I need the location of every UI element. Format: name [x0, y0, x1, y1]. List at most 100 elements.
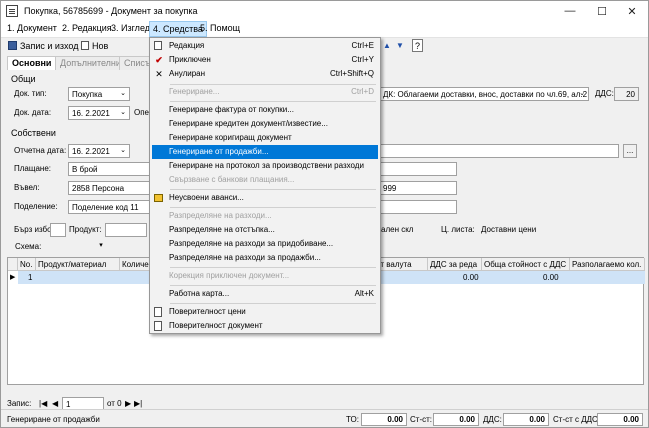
menu-view[interactable]: 3. Изглед [111, 23, 150, 33]
doc-date-field[interactable]: 16. 2.2021 ⌄ [68, 106, 130, 120]
menu-item-generate: Генериране... Ctrl+D [169, 87, 374, 96]
new-label: Нов [92, 40, 109, 51]
first-record-button[interactable]: |◀ [39, 399, 47, 408]
menu-item-distribute-costs: Разпределяне на разходи... [169, 211, 272, 220]
section-own: Собствени [11, 128, 56, 138]
report-date-label: Отчетна дата: [14, 146, 67, 155]
division-field[interactable]: Поделение код 11 [68, 200, 150, 214]
warehouse-select[interactable]: ален скл [381, 225, 413, 234]
row-no: 1 [28, 273, 33, 282]
doc-type-label: Док. тип: [14, 89, 47, 98]
menu-item-distribute-acquisition-costs[interactable]: Разпределяне на разходи за придобиване..… [152, 237, 378, 251]
prev-record-button[interactable]: ◀ [52, 399, 58, 408]
help-icon[interactable]: ? [412, 39, 423, 52]
status-text: Генериране от продажби [7, 415, 100, 424]
to-label: ТО: [346, 415, 359, 424]
menu-item-bank-payments: Свързване с банкови плащания... [169, 175, 295, 184]
product-label: Продукт: [69, 225, 102, 234]
menu-separator [170, 207, 376, 208]
cost-label: Ст-ст: [410, 415, 432, 424]
vat-category-select[interactable]: ДК: Облагаеми доставки, внос, доставки п… [379, 87, 589, 101]
document-icon [154, 307, 162, 317]
report-date-field[interactable]: 16. 2.2021 ⌄ [68, 144, 130, 158]
status-vat-label: ДДС: [483, 415, 502, 424]
current-row-arrow-icon: ▶ [8, 271, 18, 284]
price-list-select[interactable]: Доставни цени [481, 225, 536, 234]
record-label: Запис: [7, 399, 32, 408]
row-total: 0.00 [543, 273, 559, 282]
menu-item-price-privacy[interactable]: Поверителност цени [152, 305, 378, 319]
vat-label: ДДС: [595, 89, 614, 98]
doc-date-label: Док. дата: [14, 108, 52, 117]
maximize-button[interactable]: ☐ [587, 1, 617, 21]
menu-item-generate-correction[interactable]: Генериране коригиращ документ [152, 131, 378, 145]
menu-separator [170, 285, 376, 286]
menu-item-completed[interactable]: ✔ Приключен Ctrl+Y [152, 53, 378, 67]
menu-item-distribute-sales-costs[interactable]: Разпределяне на разходи за продажби... [152, 251, 378, 265]
entered-extra-field[interactable]: 999 [379, 181, 457, 195]
chevron-down-icon: ⌄ [120, 147, 126, 154]
division-extra-field[interactable] [379, 200, 457, 214]
menu-separator [170, 267, 376, 268]
menu-separator [170, 189, 376, 190]
col-no[interactable]: No. [18, 258, 36, 271]
minimize-button[interactable]: — [555, 1, 585, 21]
record-count: от 0 [107, 399, 122, 408]
browse-button[interactable]: ... [623, 144, 637, 158]
tools-dropdown-menu: Редакция Ctrl+E ✔ Приключен Ctrl+Y ✕ Анулира… [149, 37, 381, 334]
col-total-with-vat[interactable]: Обща стойност с ДДС [482, 258, 570, 271]
next-record-button[interactable]: ▶ [125, 399, 131, 408]
menu-item-cancelled[interactable]: ✕ Анулиран Ctrl+Shift+Q [152, 67, 378, 81]
payment-extra-field[interactable] [379, 162, 457, 176]
status-vat-value: 0.00 [503, 413, 549, 426]
save-exit-button[interactable]: Запис и изход [8, 39, 78, 52]
entered-by-field[interactable]: 2858 Персона [68, 181, 150, 195]
chevron-down-icon: ⌄ [120, 90, 126, 97]
product-field[interactable] [105, 223, 147, 237]
check-icon: ✔ [155, 55, 163, 65]
menu-document[interactable]: 1. Документ [7, 23, 57, 33]
scheme-label: Схема: [15, 242, 42, 251]
chevron-down-icon: ⌄ [579, 90, 585, 97]
operation-label: Опе [134, 108, 150, 117]
payment-label: Плащане: [14, 164, 51, 173]
col-quantity[interactable]: Количе [120, 258, 150, 271]
vat-rate-field: 20 [614, 87, 639, 101]
grid-row-header [8, 258, 18, 271]
menu-separator [170, 101, 376, 102]
col-row-vat[interactable]: ДДС за реда [428, 258, 482, 271]
row-vat: 0.00 [463, 273, 479, 282]
menu-help[interactable]: 5. Помощ [200, 23, 240, 33]
scheme-select[interactable]: ▾ [41, 240, 107, 254]
doc-type-select[interactable]: Покупка ⌄ [68, 87, 130, 101]
menu-item-distribute-discount[interactable]: Разпределяне на отстъпка... [152, 223, 378, 237]
col-product[interactable]: Продукт/материал [36, 258, 120, 271]
menu-item-work-card[interactable]: Работна карта... Alt+K [152, 287, 378, 301]
menu-tools[interactable]: 4. Средства [149, 21, 207, 37]
menu-item-generate-from-sales[interactable]: Генериране от продажби... [152, 145, 378, 159]
to-value: 0.00 [361, 413, 407, 426]
tab-main[interactable]: Основни [7, 56, 57, 70]
quick-select-field[interactable] [50, 223, 66, 237]
save-icon [8, 41, 17, 50]
payment-field[interactable]: В брой [68, 162, 150, 176]
app-window: Покупка, 56785699 - Документ за покупка … [0, 0, 649, 428]
menu-edit[interactable]: 2. Редакция [62, 23, 112, 33]
nav-down-icon[interactable]: ▼ [396, 39, 404, 52]
window-title: Покупка, 56785699 - Документ за покупка [24, 6, 198, 16]
menu-item-generate-credit-note[interactable]: Генериране кредитен документ/известие... [152, 117, 378, 131]
menu-item-generate-production-protocol[interactable]: Генериране на протокол за производствени… [152, 159, 378, 173]
col-available-qty[interactable]: Разполагаемо кол. [570, 258, 645, 271]
tab-additional[interactable]: Допълнителни [55, 56, 126, 70]
document-icon [6, 5, 18, 17]
close-button[interactable]: ✕ [617, 1, 647, 21]
division-label: Поделение: [14, 202, 58, 211]
menu-item-document-privacy[interactable]: Поверителност документ [152, 319, 378, 333]
menu-item-unused-advances[interactable]: Неусвоени аванси... [152, 191, 378, 205]
menu-item-generate-purchase-invoice[interactable]: Генериране фактура от покупки... [152, 103, 378, 117]
menu-item-edit[interactable]: Редакция Ctrl+E [152, 39, 378, 53]
last-record-button[interactable]: ▶| [134, 399, 142, 408]
new-button[interactable]: Нов [81, 39, 108, 52]
nav-up-icon[interactable]: ▲ [383, 39, 391, 52]
own-extra-field[interactable] [379, 144, 619, 158]
